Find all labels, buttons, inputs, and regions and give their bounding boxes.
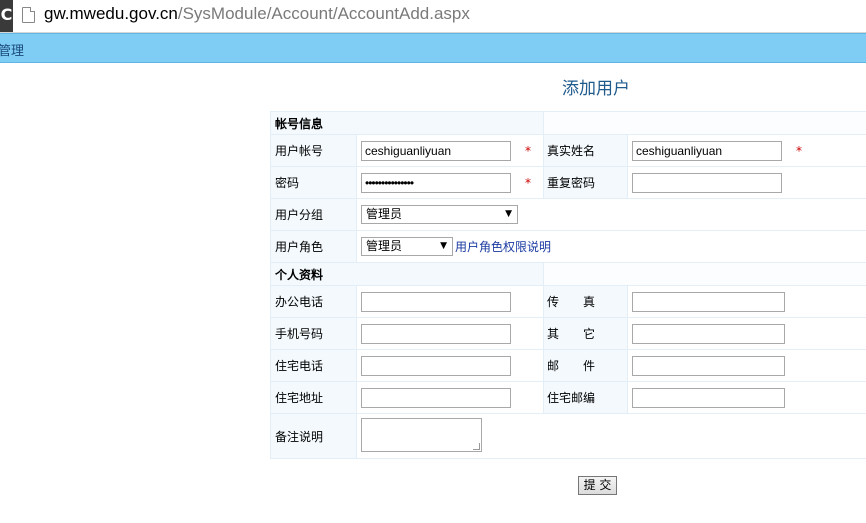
password-input[interactable]: ••••••••••••••• [361,172,511,193]
url-path: /SysModule/Account/AccountAdd.aspx [177,4,470,23]
dropdown-arrow-icon: ▼ [505,209,512,219]
password-confirm-input[interactable] [632,172,782,193]
other-label: 其 它 [543,317,628,350]
required-marker: * [525,175,531,190]
app-nav-bar: 管理 [0,33,866,63]
section-header-filler [543,262,866,286]
nav-label[interactable]: 管理 [0,40,24,59]
page-icon [22,7,35,23]
zipcode-input[interactable] [632,387,785,408]
fax-input[interactable] [632,291,785,312]
required-marker: * [525,143,531,158]
browser-address-bar: C gw.mwedu.gov.cn/SysModule/Account/Acco… [0,0,866,33]
group-select[interactable]: 管理员 ▼ [361,205,518,224]
notes-textarea[interactable] [361,417,482,452]
section-profile-header: 个人资料 [270,262,544,286]
page-title: 添加用户 [562,79,630,99]
home-phone-label: 住宅电话 [270,349,357,382]
role-select[interactable]: 管理员 ▼ [361,237,453,256]
group-selected-value: 管理员 [366,207,403,221]
section-header-filler [543,111,866,135]
dropdown-arrow-icon: ▼ [440,241,447,251]
fax-label: 传 真 [543,285,628,318]
email-input[interactable] [632,355,785,376]
group-label: 用户分组 [270,198,357,231]
role-selected-value: 管理员 [366,239,403,253]
office-phone-label: 办公电话 [270,285,357,318]
password-confirm-label: 重复密码 [543,166,628,199]
add-user-form: 帐号信息 用户帐号 ceshiguanliyuan * 真实姓名 ceshigua… [270,111,866,459]
url-field[interactable]: gw.mwedu.gov.cn/SysModule/Account/Accoun… [44,4,470,24]
office-phone-input[interactable] [361,291,511,312]
other-input[interactable] [632,323,785,344]
realname-label: 真实姓名 [543,134,628,167]
address-input[interactable] [361,387,511,408]
zipcode-label: 住宅邮编 [543,381,628,414]
role-permission-link[interactable]: 用户角色权限说明 [455,240,551,254]
home-phone-input[interactable] [361,355,511,376]
address-label: 住宅地址 [270,381,357,414]
role-label: 用户角色 [270,230,357,263]
required-marker: * [796,143,802,158]
mobile-label: 手机号码 [270,317,357,350]
username-input[interactable]: ceshiguanliyuan [361,140,511,161]
reload-icon[interactable]: C [0,0,13,32]
email-label: 邮 件 [543,349,628,382]
username-label: 用户帐号 [270,134,357,167]
password-label: 密码 [270,166,357,199]
submit-button[interactable]: 提 交 [578,476,617,495]
url-host: gw.mwedu.gov.cn [44,4,178,23]
mobile-input[interactable] [361,323,511,344]
realname-input[interactable]: ceshiguanliyuan [632,140,782,161]
notes-label: 备注说明 [270,413,357,459]
section-account-header: 帐号信息 [270,111,544,135]
